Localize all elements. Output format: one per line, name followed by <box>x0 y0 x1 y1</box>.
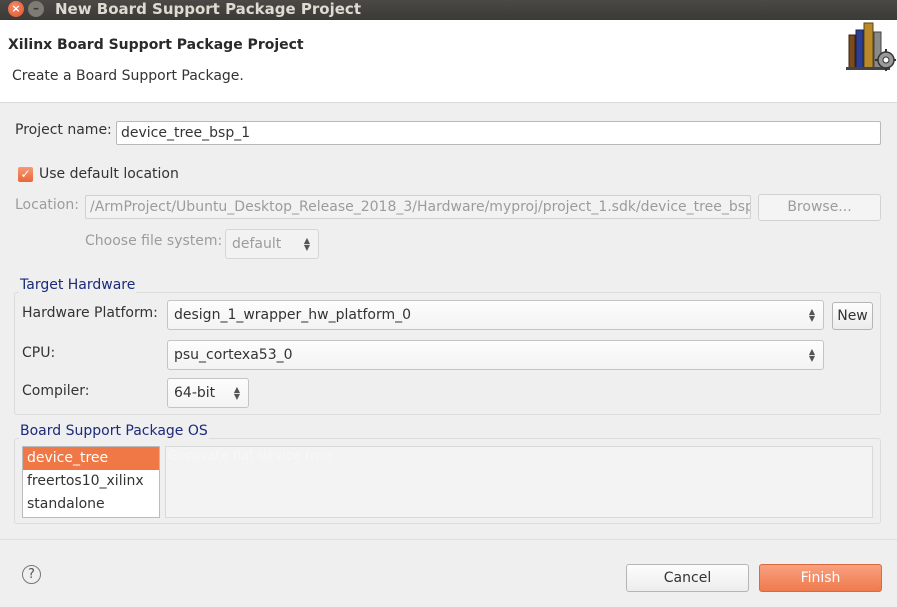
spinner-icon: ▲ ▼ <box>808 347 815 363</box>
use-default-location-checkbox[interactable]: ✓ <box>18 167 33 182</box>
use-default-location-label: Use default location <box>39 166 179 182</box>
wizard-message: Create a Board Support Package. <box>12 68 244 84</box>
file-system-value: default <box>232 236 282 252</box>
footer-separator <box>0 539 897 540</box>
hardware-platform-label: Hardware Platform: <box>22 305 158 321</box>
wizard-title: Xilinx Board Support Package Project <box>8 37 304 53</box>
compiler-value: 64-bit <box>174 385 216 401</box>
project-name-input[interactable]: device_tree_bsp_1 <box>116 121 881 145</box>
file-system-label: Choose file system: <box>85 233 223 249</box>
compiler-select[interactable]: 64-bit ▲ ▼ <box>167 378 249 408</box>
list-item[interactable]: device_tree <box>23 447 159 470</box>
compiler-label: Compiler: <box>22 383 90 399</box>
project-name-label: Project name: <box>15 122 112 138</box>
list-item[interactable]: freertos10_xilinx <box>23 470 159 493</box>
cancel-button[interactable]: Cancel <box>626 564 749 592</box>
browse-button[interactable]: Browse... <box>758 194 881 221</box>
location-input[interactable]: /ArmProject/Ubuntu_Desktop_Release_2018_… <box>85 195 751 219</box>
location-label: Location: <box>15 197 79 213</box>
hardware-platform-select[interactable]: design_1_wrapper_hw_platform_0 ▲ ▼ <box>167 300 824 330</box>
bsp-os-list[interactable]: device_tree freertos10_xilinx standalone <box>22 446 160 518</box>
bsp-os-title: Board Support Package OS <box>19 423 209 439</box>
spinner-icon: ▲ ▼ <box>808 307 815 323</box>
cpu-value: psu_cortexa53_0 <box>174 347 293 363</box>
list-item[interactable]: standalone <box>23 493 159 516</box>
hardware-platform-value: design_1_wrapper_hw_platform_0 <box>174 307 411 323</box>
file-system-select[interactable]: default ▲ ▼ <box>225 229 319 259</box>
help-icon[interactable]: ? <box>22 565 41 584</box>
minimize-icon[interactable]: – <box>28 1 44 17</box>
cpu-label: CPU: <box>22 345 56 361</box>
finish-button[interactable]: Finish <box>759 564 882 592</box>
bsp-books-gear-icon <box>846 22 896 71</box>
window-titlebar: × – New Board Support Package Project <box>0 0 897 20</box>
new-platform-button[interactable]: New <box>832 302 873 330</box>
bsp-os-description: Generate flat device tree <box>165 446 873 518</box>
cpu-select[interactable]: psu_cortexa53_0 ▲ ▼ <box>167 340 824 370</box>
window-title: New Board Support Package Project <box>55 0 361 18</box>
close-icon[interactable]: × <box>8 1 24 17</box>
target-hardware-title: Target Hardware <box>19 277 137 293</box>
spinner-icon: ▲ ▼ <box>303 236 310 252</box>
spinner-icon: ▲ ▼ <box>233 385 240 401</box>
wizard-header: Xilinx Board Support Package Project Cre… <box>0 20 897 103</box>
